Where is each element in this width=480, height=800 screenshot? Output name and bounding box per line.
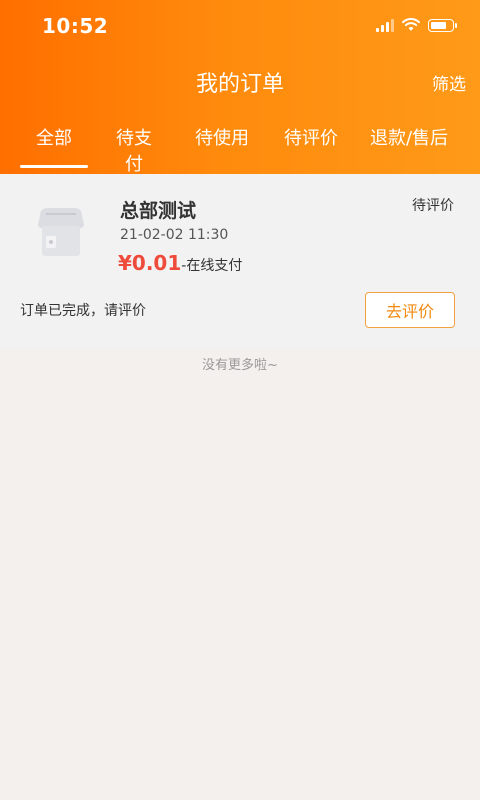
tab-pending-payment[interactable]: 待支付: [108, 110, 160, 175]
tab-all[interactable]: 全部: [0, 110, 108, 174]
filter-button[interactable]: 筛选: [432, 70, 466, 95]
no-more-text: 没有更多啦~: [202, 358, 278, 373]
tab-label: 待评价: [284, 128, 338, 149]
status-time: 10:52: [42, 14, 109, 38]
tab-label: 退款/售后: [369, 128, 449, 149]
order-tabs: 全部 待支付 待使用 待评价 退款/售后: [0, 110, 480, 175]
order-note: 订单已完成，请评价: [20, 303, 146, 319]
tab-label: 待支付: [116, 128, 152, 175]
pay-method: -在线支付: [181, 258, 243, 274]
wifi-icon: [402, 18, 420, 31]
tab-refund[interactable]: 退款/售后: [338, 110, 480, 174]
status-bar: 10:52: [0, 0, 480, 54]
review-button[interactable]: 去评价: [365, 292, 455, 328]
order-card[interactable]: 总部测试 待评价 21-02-02 11:30 ¥0.01-在线支付 订单已完成…: [0, 174, 480, 348]
price-row: ¥0.01-在线支付: [118, 251, 242, 275]
header: 10:52 我的订单 筛选 全部 待支付 待使用 待评价 退款/售后: [0, 0, 480, 175]
tab-pending-use[interactable]: 待使用: [160, 110, 284, 174]
tab-label: 待使用: [195, 128, 249, 149]
order-datetime: 21-02-02 11:30: [120, 227, 229, 243]
shop-name: 总部测试: [120, 200, 197, 222]
tab-pending-review[interactable]: 待评价: [284, 110, 338, 174]
order-status: 待评价: [412, 198, 454, 214]
signal-icon: [376, 18, 394, 32]
order-price: ¥0.01: [118, 251, 182, 275]
tab-label: 全部: [36, 128, 72, 149]
page-title: 我的订单: [195, 72, 284, 97]
status-icons: [376, 18, 457, 32]
title-row: 我的订单 筛选: [0, 54, 480, 110]
battery-icon: [428, 18, 457, 32]
store-icon: [38, 208, 84, 256]
